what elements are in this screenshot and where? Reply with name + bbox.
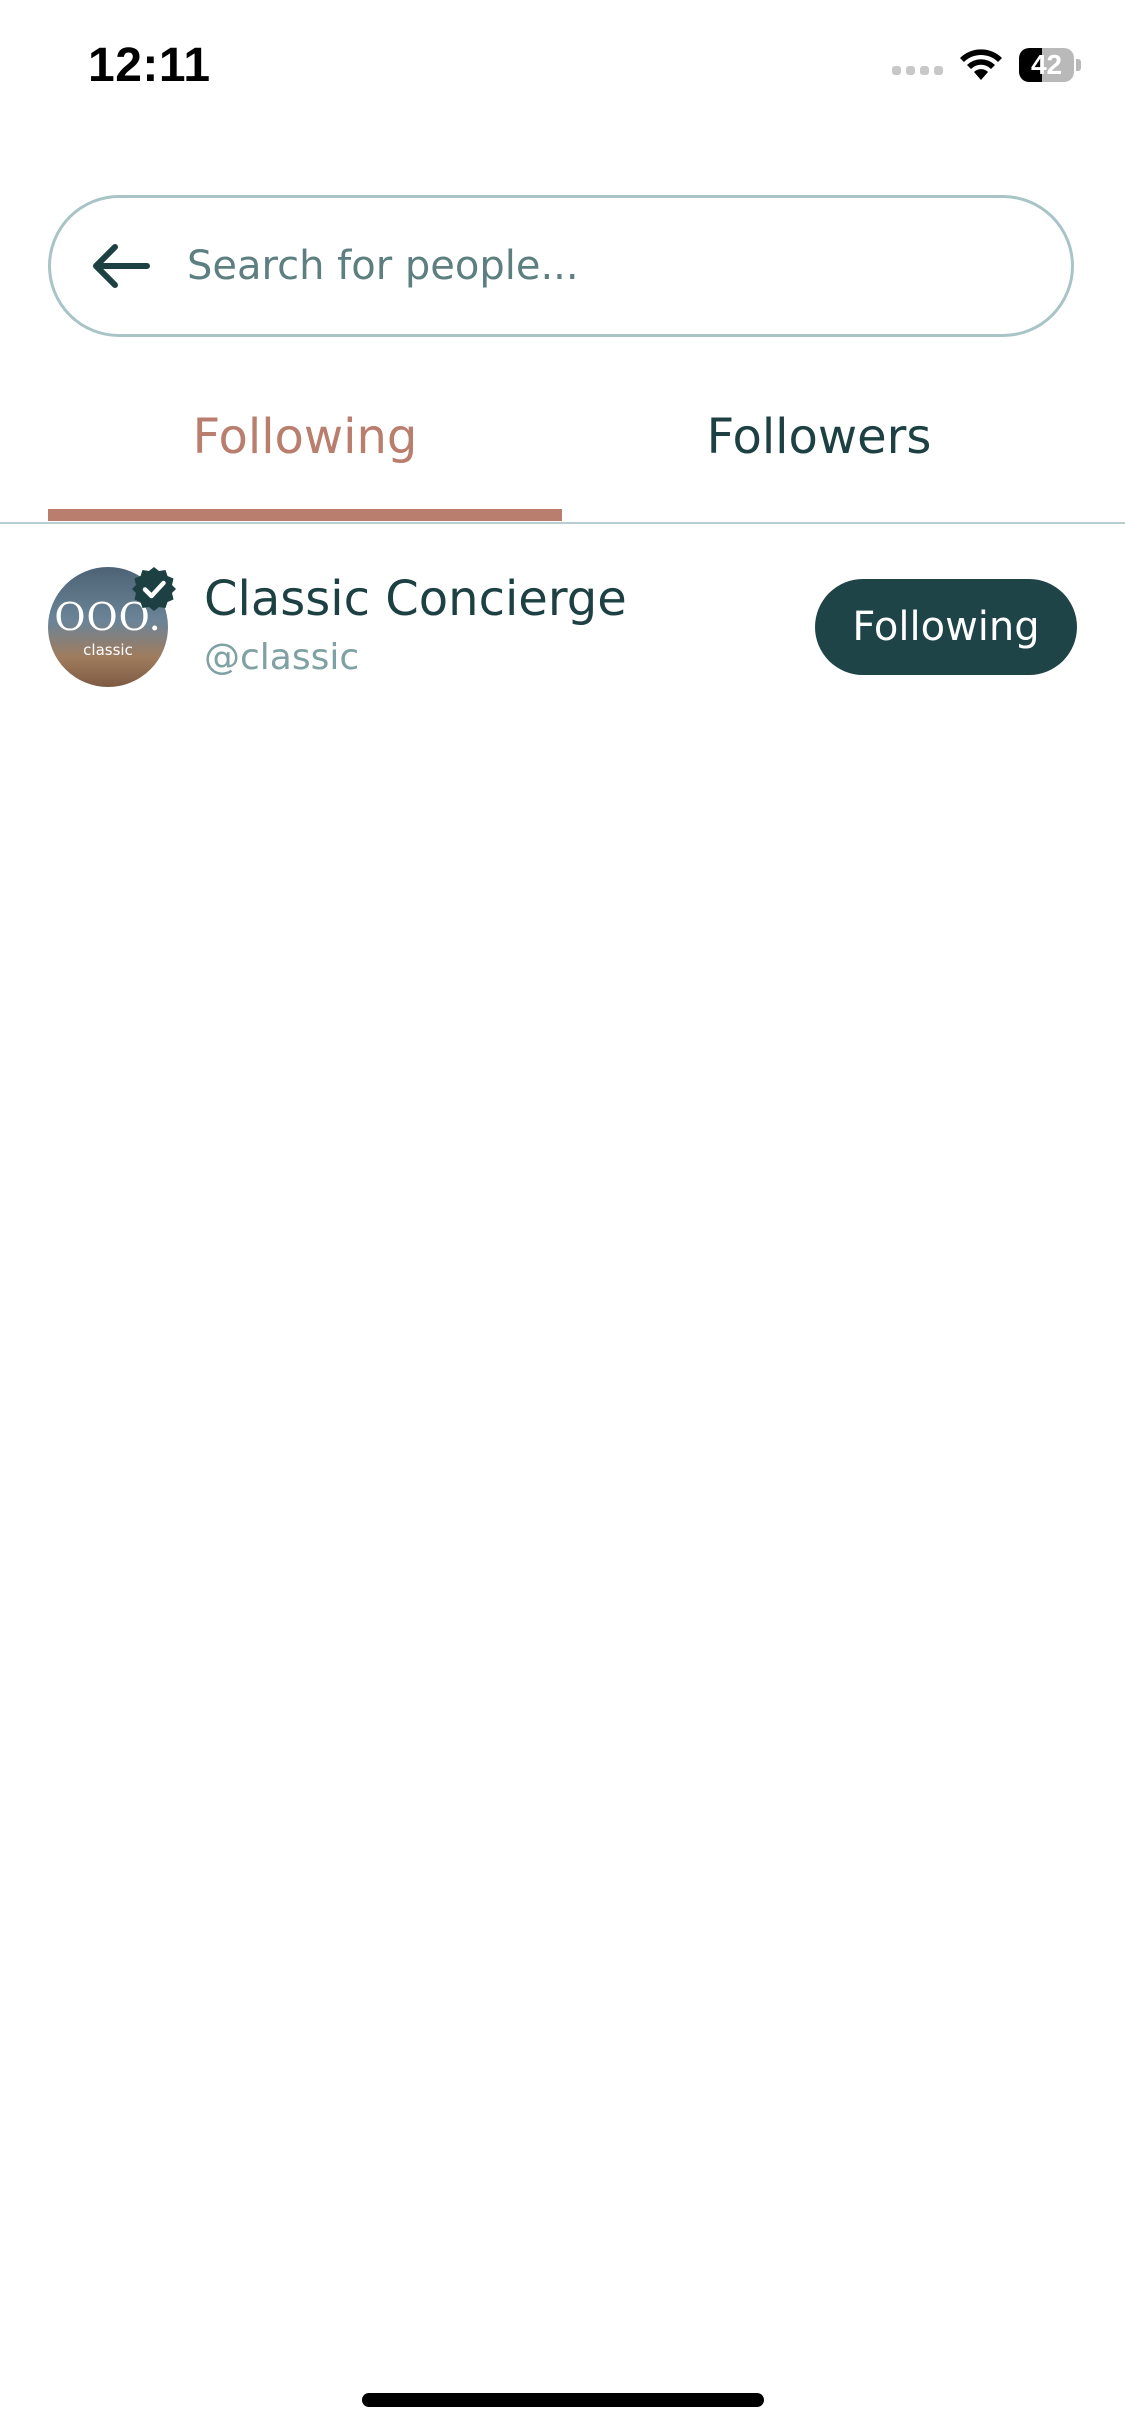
tab-followers-label: Followers (706, 409, 932, 465)
verified-badge-icon (132, 567, 176, 611)
cellular-signal-icon (892, 55, 943, 75)
screen: 12:11 42 Search for people... Following … (0, 0, 1125, 2436)
status-time: 12:11 (88, 39, 211, 92)
user-name[interactable]: Classic Concierge (204, 571, 627, 627)
active-tab-indicator (48, 509, 562, 521)
search-bar (48, 195, 1074, 337)
wifi-icon (960, 49, 1002, 80)
search-input[interactable] (185, 242, 1031, 290)
list-item[interactable]: OOO. classic Classic Concierge @classic … (0, 565, 1125, 689)
tab-bar: Following Followers (0, 395, 1125, 523)
battery-icon: 42 (1019, 48, 1081, 82)
following-button[interactable]: Following (815, 579, 1077, 675)
home-indicator[interactable] (362, 2393, 764, 2407)
tabs-divider (0, 522, 1125, 524)
tab-followers[interactable]: Followers (562, 395, 1076, 523)
status-icons: 42 (892, 48, 1081, 82)
tab-following-label: Following (192, 409, 418, 465)
tab-following[interactable]: Following (48, 395, 562, 523)
avatar-logo-subtext: classic (83, 641, 133, 659)
user-handle: @classic (204, 637, 360, 678)
arrow-left-icon[interactable] (89, 234, 153, 298)
battery-level: 42 (1030, 49, 1063, 80)
status-bar: 12:11 42 (0, 0, 1125, 140)
